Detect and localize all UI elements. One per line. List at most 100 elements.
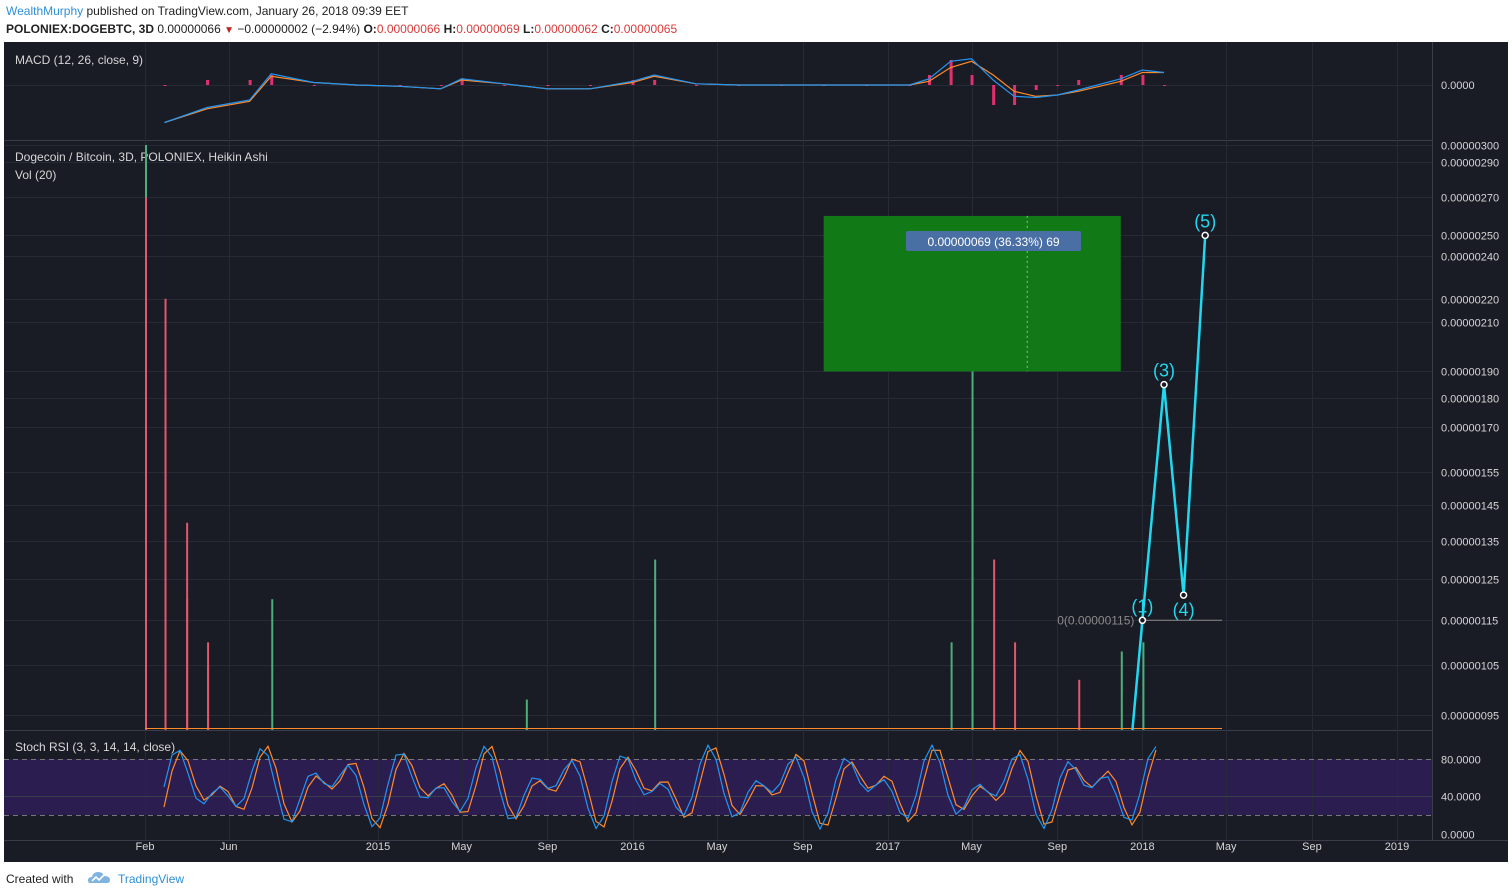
price-bar bbox=[654, 559, 657, 730]
macd-histogram-bar bbox=[1034, 85, 1038, 90]
wave-point bbox=[1179, 591, 1188, 599]
time-axis-label: Feb bbox=[136, 841, 155, 853]
time-axis-label: Sep bbox=[538, 841, 558, 853]
price-tick-label: 0.00000170 bbox=[1441, 423, 1499, 435]
price-tick-label: 0.00000190 bbox=[1441, 367, 1499, 379]
macd-histogram-bar bbox=[163, 85, 167, 86]
chart-header: WealthMurphy published on TradingView.co… bbox=[0, 0, 1512, 42]
macd-histogram-bar bbox=[1141, 75, 1145, 85]
price-bar bbox=[1078, 679, 1081, 730]
macd-signal-line bbox=[164, 60, 1164, 124]
macd-histogram-bar bbox=[589, 85, 593, 86]
price-tick-label: 0.00000290 bbox=[1441, 158, 1499, 170]
time-axis-label: Sep bbox=[1048, 841, 1068, 853]
price-bar bbox=[271, 599, 274, 730]
macd-histogram-bar bbox=[970, 75, 974, 85]
price-bar bbox=[1142, 642, 1145, 730]
time-axis-label: 2017 bbox=[876, 841, 900, 853]
symbol-name: POLONIEX:DOGEBTC, 3D bbox=[6, 22, 155, 36]
price-bar bbox=[950, 642, 953, 730]
macd-histogram-bar bbox=[206, 80, 210, 85]
price-tick-label: 0.00000180 bbox=[1441, 394, 1499, 406]
wave-point bbox=[1160, 380, 1168, 389]
high-value: 0.00000069 bbox=[456, 22, 520, 36]
chart-area[interactable]: 0.00000300 0.00000290 0.00000270 0.00000250… bbox=[4, 42, 1508, 862]
macd-histogram-bar bbox=[992, 85, 996, 105]
main-chart-title: Dogecoin / Bitcoin, 3D, POLONIEX, Heikin… bbox=[15, 150, 268, 164]
price-bar bbox=[971, 488, 974, 730]
macd-histogram-bar bbox=[1013, 85, 1017, 105]
symbol-line: POLONIEX:DOGEBTC, 3D 0.00000066 ▼ −0.000… bbox=[6, 22, 677, 36]
open-label: O: bbox=[363, 22, 377, 36]
price-bar bbox=[186, 599, 189, 730]
macd-histogram-bar bbox=[1119, 75, 1123, 85]
author-link[interactable]: WealthMurphy bbox=[6, 4, 83, 18]
close-value: 0.00000065 bbox=[613, 22, 678, 36]
created-with-text: Created with bbox=[6, 872, 74, 886]
time-axis-label: May bbox=[707, 841, 728, 853]
published-text: published on TradingView.com, January 26… bbox=[83, 4, 409, 18]
chart-svg[interactable]: 0.00000300 0.00000290 0.00000270 0.00000250… bbox=[4, 42, 1508, 862]
stoch-title: Stoch RSI (3, 3, 14, 14, close) bbox=[15, 740, 175, 754]
price-tick-label: 0.00000095 bbox=[1441, 711, 1499, 723]
volume-label: Vol (20) bbox=[15, 168, 56, 182]
macd-histogram-bar bbox=[1163, 85, 1167, 86]
measurement-label: 0.00000069 (36.33%) 69 bbox=[927, 235, 1059, 249]
price-tick-label: 0.00000135 bbox=[1441, 537, 1499, 549]
price-change: −0.00000002 (−2.94%) bbox=[237, 22, 361, 36]
down-arrow-icon: ▼ bbox=[224, 25, 235, 36]
time-axis-label: May bbox=[961, 841, 982, 853]
price-tick-label: 0.00000220 bbox=[1441, 295, 1499, 307]
macd-histogram-bar bbox=[949, 60, 953, 85]
macd-histogram-bar bbox=[439, 85, 443, 86]
time-axis-label: Sep bbox=[1302, 841, 1322, 853]
price-bar bbox=[1120, 651, 1123, 730]
time-axis-label: 2016 bbox=[620, 841, 644, 853]
price-bar bbox=[207, 665, 210, 730]
footer: Created with TradingView bbox=[0, 862, 1512, 896]
open-value: 0.00000066 bbox=[376, 22, 441, 36]
macd-histogram-bar bbox=[695, 85, 699, 86]
wave-point bbox=[1138, 616, 1147, 625]
publish-line: WealthMurphy published on TradingView.co… bbox=[6, 4, 408, 18]
last-price: 0.00000066 bbox=[157, 22, 221, 36]
price-tick-label: 0.00000145 bbox=[1441, 501, 1499, 513]
macd-histogram-bar bbox=[248, 80, 252, 85]
wave-label: (4) bbox=[1173, 600, 1195, 620]
tradingview-logo-icon bbox=[88, 872, 110, 883]
price-tick-label: 0.00000210 bbox=[1441, 318, 1499, 330]
time-axis-label: 2018 bbox=[1130, 841, 1154, 853]
time-axis-label: 2015 bbox=[366, 841, 390, 853]
wave-label: (1) bbox=[1131, 596, 1153, 616]
time-axis-label: Sep bbox=[793, 841, 813, 853]
macd-histogram-bar bbox=[1056, 85, 1060, 86]
price-bar bbox=[525, 699, 528, 730]
price-tick-label: 0.00000125 bbox=[1441, 575, 1499, 587]
time-axis-label: Jun bbox=[220, 841, 238, 853]
macd-histogram-bar bbox=[312, 85, 316, 86]
low-label: L: bbox=[522, 22, 535, 36]
fib-level-label: 0(0.00000115) bbox=[1057, 613, 1134, 627]
macd-title: MACD (12, 26, close, 9) bbox=[15, 53, 143, 67]
price-tick-label: 0.00000115 bbox=[1441, 616, 1498, 628]
high-label: H: bbox=[443, 22, 457, 36]
wave-point bbox=[1201, 231, 1209, 240]
price-tick-label: 0.00000300 bbox=[1441, 141, 1499, 153]
macd-histogram-bar bbox=[503, 85, 507, 86]
macd-tick-label: 0.0000 bbox=[1441, 80, 1475, 92]
close-label: C: bbox=[601, 22, 614, 36]
price-tick-label: 0.00000270 bbox=[1441, 193, 1499, 205]
price-bar bbox=[164, 398, 167, 730]
stoch-tick-label: 40.0000 bbox=[1441, 792, 1481, 804]
time-axis-label: May bbox=[451, 841, 472, 853]
time-axis-label: 2019 bbox=[1385, 841, 1409, 853]
price-tick-label: 0.00000155 bbox=[1441, 468, 1499, 480]
stoch-tick-label: 0.0000 bbox=[1441, 830, 1475, 842]
tradingview-link[interactable]: TradingView bbox=[118, 872, 184, 886]
wave-label: (3) bbox=[1153, 361, 1175, 381]
price-tick-label: 0.00000105 bbox=[1441, 661, 1499, 673]
macd-histogram-bar bbox=[1077, 80, 1081, 85]
price-bar bbox=[993, 559, 996, 730]
macd-histogram-bar bbox=[653, 80, 657, 85]
price-bar bbox=[1014, 642, 1017, 730]
